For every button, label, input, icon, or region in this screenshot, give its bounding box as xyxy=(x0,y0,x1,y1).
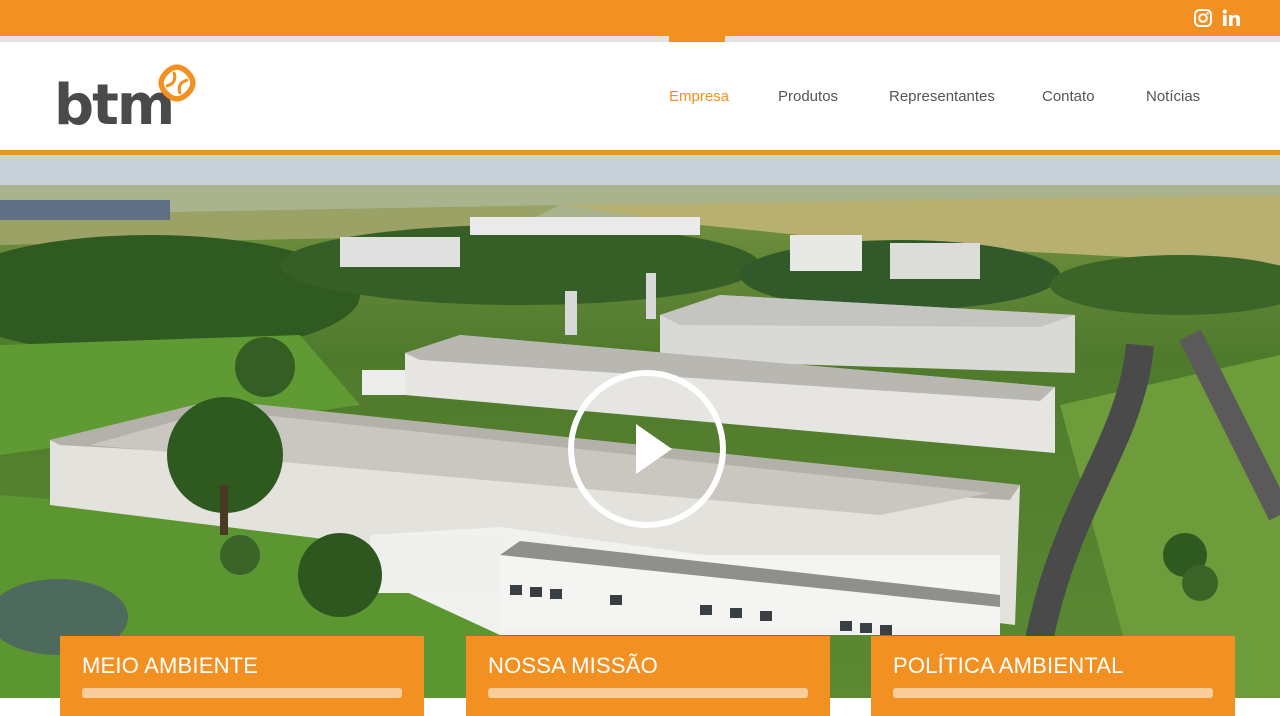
nav-produtos[interactable]: Produtos xyxy=(778,88,838,105)
card-text-preview xyxy=(82,688,402,698)
card-nossa-missao[interactable]: NOSSA MISSÃO xyxy=(466,636,830,716)
btm-logo[interactable]: btm xyxy=(54,56,206,136)
instagram-icon[interactable] xyxy=(1191,6,1215,30)
nav-contato[interactable]: Contato xyxy=(1042,88,1095,105)
site-header: btm Empresa Produtos Representantes Cont… xyxy=(0,42,1280,150)
card-title: POLÍTICA AMBIENTAL xyxy=(893,653,1124,678)
hero-video[interactable] xyxy=(0,155,1280,698)
card-title: NOSSA MISSÃO xyxy=(488,653,658,678)
top-bar xyxy=(0,0,1280,36)
card-text-preview xyxy=(893,688,1213,698)
linkedin-icon[interactable] xyxy=(1219,6,1243,30)
card-title: MEIO AMBIENTE xyxy=(82,653,259,678)
card-text-preview xyxy=(488,688,808,698)
nav-representantes[interactable]: Representantes xyxy=(889,88,995,105)
nav-empresa[interactable]: Empresa xyxy=(669,88,729,105)
card-meio-ambiente[interactable]: MEIO AMBIENTE xyxy=(60,636,424,716)
card-politica-ambiental[interactable]: POLÍTICA AMBIENTAL xyxy=(871,636,1235,716)
play-icon[interactable] xyxy=(566,368,728,530)
logo-mark-icon xyxy=(158,64,196,102)
nav-noticias[interactable]: Notícias xyxy=(1146,88,1200,105)
